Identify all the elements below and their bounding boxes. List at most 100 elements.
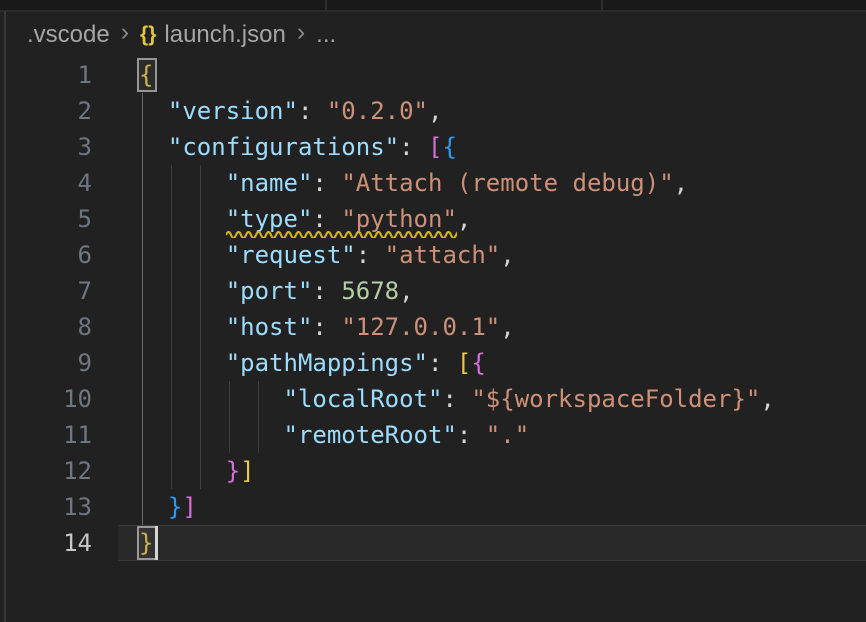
line-number: 10 xyxy=(0,381,92,417)
code-line-1[interactable]: 1{ xyxy=(0,57,866,93)
code-token: 5678 xyxy=(341,277,399,305)
code-text: }] xyxy=(139,489,197,525)
code-line-7[interactable]: 7 "port": 5678, xyxy=(0,273,866,309)
warning-squiggle-underline xyxy=(226,229,457,238)
line-number: 3 xyxy=(0,129,92,165)
code-token: , xyxy=(428,97,442,125)
code-token: "." xyxy=(486,421,529,449)
code-text: "port": 5678, xyxy=(139,273,414,309)
code-line-11[interactable]: 11 "remoteRoot": "." xyxy=(0,417,866,453)
code-line-10[interactable]: 10 "localRoot": "${workspaceFolder}", xyxy=(0,381,866,417)
breadcrumb-label: ... xyxy=(316,21,336,49)
line-number: 14 xyxy=(0,525,92,561)
breadcrumb: .vscode›{}launch.json›... xyxy=(0,12,866,57)
breadcrumb-item-symbols[interactable]: ... xyxy=(316,21,336,49)
code-token: : xyxy=(428,349,457,377)
line-number: 7 xyxy=(0,273,92,309)
code-token xyxy=(139,133,168,161)
code-token: "version" xyxy=(168,97,298,125)
code-token: , xyxy=(674,169,688,197)
tab-bar xyxy=(0,0,866,10)
code-text: "name": "Attach (remote debug)", xyxy=(139,165,688,201)
code-line-6[interactable]: 6 "request": "attach", xyxy=(0,237,866,273)
code-token: "127.0.0.1" xyxy=(341,313,500,341)
line-number: 1 xyxy=(0,57,92,93)
code-token: , xyxy=(399,277,413,305)
code-text: "version": "0.2.0", xyxy=(139,93,442,129)
code-text: "pathMappings": [{ xyxy=(139,345,486,381)
code-token: : xyxy=(399,133,428,161)
code-token: "name" xyxy=(226,169,313,197)
code-line-12[interactable]: 12 }] xyxy=(0,453,866,489)
code-token: : xyxy=(312,169,341,197)
breadcrumb-label: .vscode xyxy=(27,21,110,49)
code-token: } xyxy=(226,457,240,485)
code-token: : xyxy=(298,97,327,125)
breadcrumb-label: launch.json xyxy=(164,21,285,49)
code-token: "0.2.0" xyxy=(327,97,428,125)
code-token: "remoteRoot" xyxy=(284,421,457,449)
bracket-match-highlight xyxy=(137,526,157,560)
code-line-13[interactable]: 13 }] xyxy=(0,489,866,525)
code-token xyxy=(139,277,226,305)
code-token: "request" xyxy=(226,241,356,269)
code-token: } xyxy=(168,493,182,521)
line-number: 8 xyxy=(0,309,92,345)
line-number: 6 xyxy=(0,237,92,273)
code-line-8[interactable]: 8 "host": "127.0.0.1", xyxy=(0,309,866,345)
text-cursor xyxy=(155,526,158,560)
line-number: 2 xyxy=(0,93,92,129)
code-token xyxy=(139,241,226,269)
code-token: "Attach (remote debug)" xyxy=(341,169,673,197)
code-text: "request": "attach", xyxy=(139,237,515,273)
code-text: }] xyxy=(139,453,255,489)
code-token: { xyxy=(442,133,456,161)
code-text: "configurations": [{ xyxy=(139,129,457,165)
code-token xyxy=(139,349,226,377)
json-file-icon: {} xyxy=(140,23,156,47)
code-line-14[interactable]: 14} xyxy=(0,525,866,561)
code-token: "attach" xyxy=(385,241,501,269)
tab-separator xyxy=(325,0,327,10)
code-token: ] xyxy=(240,457,254,485)
code-token xyxy=(139,457,226,485)
line-number: 5 xyxy=(0,201,92,237)
editor[interactable]: 1{2 "version": "0.2.0",3 "configurations… xyxy=(0,57,866,622)
code-line-4[interactable]: 4 "name": "Attach (remote debug)", xyxy=(0,165,866,201)
code-token xyxy=(139,421,284,449)
line-number: 11 xyxy=(0,417,92,453)
bracket-match-highlight xyxy=(137,58,157,92)
editor-left-border xyxy=(4,11,6,622)
code-token xyxy=(139,97,168,125)
line-number: 13 xyxy=(0,489,92,525)
code-token: ] xyxy=(182,493,196,521)
code-token xyxy=(139,493,168,521)
code-token: , xyxy=(760,385,774,413)
code-token: { xyxy=(471,349,485,377)
code-token: : xyxy=(356,241,385,269)
line-number: 9 xyxy=(0,345,92,381)
code-token: "port" xyxy=(226,277,313,305)
code-token: "configurations" xyxy=(168,133,399,161)
chevron-right-icon: › xyxy=(297,18,305,47)
code-token: , xyxy=(457,205,471,233)
code-line-9[interactable]: 9 "pathMappings": [{ xyxy=(0,345,866,381)
code-text: "localRoot": "${workspaceFolder}", xyxy=(139,381,775,417)
code-token xyxy=(139,205,226,233)
line-number: 12 xyxy=(0,453,92,489)
code-token: : xyxy=(457,421,486,449)
breadcrumb-item-vscode[interactable]: .vscode xyxy=(27,21,110,49)
code-token: [ xyxy=(457,349,471,377)
code-token: [ xyxy=(428,133,442,161)
code-line-2[interactable]: 2 "version": "0.2.0", xyxy=(0,93,866,129)
code-token: "${workspaceFolder}" xyxy=(471,385,760,413)
code-token xyxy=(139,385,284,413)
code-text: "host": "127.0.0.1", xyxy=(139,309,515,345)
code-token xyxy=(139,169,226,197)
code-line-3[interactable]: 3 "configurations": [{ xyxy=(0,129,866,165)
line-number: 4 xyxy=(0,165,92,201)
vscode-window: { "colors": { "key": "#9CDCFE", "str": "… xyxy=(0,0,866,622)
code-token xyxy=(139,313,226,341)
code-token: "host" xyxy=(226,313,313,341)
breadcrumb-item-launch-json[interactable]: {} launch.json xyxy=(140,21,286,49)
